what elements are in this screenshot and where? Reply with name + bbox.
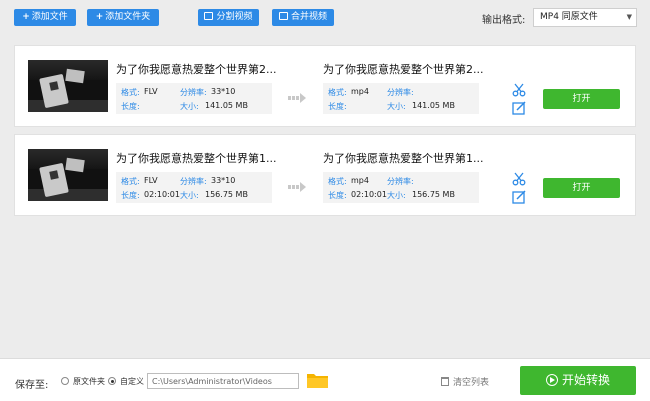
add-folder-button[interactable]: + 添加文件夹 (87, 9, 159, 26)
save-to-label: 保存至: (15, 380, 49, 391)
output-format-value: mp4 (351, 176, 369, 185)
add-folder-label: 添加文件夹 (105, 12, 151, 22)
dropdown-arrow-icon: ▼ (626, 13, 632, 21)
scissors-icon[interactable] (512, 83, 526, 97)
input-info-panel: 格式: FLV 分辨率: 33*10 长度: 大小: 141.05 MB (116, 83, 272, 114)
duration-key: 长度: (121, 191, 140, 200)
size-key: 大小: (180, 191, 199, 200)
output-duration-value: 02:10:01 (351, 190, 387, 199)
format-key: 格式: (328, 177, 347, 186)
edit-icon[interactable] (512, 101, 526, 115)
save-path-input[interactable] (147, 373, 299, 389)
edit-icon[interactable] (512, 190, 526, 204)
output-size-value: 141.05 MB (412, 101, 455, 110)
bottom-bar: 保存至: 原文件夹 自定义 清空列表 开始转换 (0, 358, 650, 401)
format-key: 格式: (328, 88, 347, 97)
start-convert-label: 开始转换 (561, 373, 610, 387)
input-format-value: FLV (144, 87, 158, 96)
input-size-value: 156.75 MB (205, 190, 248, 199)
start-convert-button[interactable]: 开始转换 (520, 366, 636, 395)
resolution-key: 分辨率: (387, 177, 414, 186)
toolbar: + 添加文件 + 添加文件夹 分割视频 合并视频 输出格式: MP4 同原文件 ▼ (0, 0, 650, 38)
input-duration-value: 02:10:01 (144, 190, 180, 199)
folder-icon[interactable] (307, 372, 328, 388)
size-key: 大小: (180, 102, 199, 111)
file-card: 为了你我愿意热爱整个世界第2... 格式: FLV 分辨率: 33*10 长度:… (14, 45, 636, 127)
add-file-label: 添加文件 (31, 12, 68, 22)
original-folder-radio[interactable] (61, 377, 69, 385)
duration-key: 长度: (121, 102, 140, 111)
output-file-title: 为了你我愿意热爱整个世界第2... (323, 63, 484, 76)
input-format-value: FLV (144, 176, 158, 185)
split-video-button[interactable]: 分割视频 (198, 9, 259, 26)
input-resolution-value: 33*10 (211, 87, 236, 96)
arrow-right-icon (288, 182, 306, 192)
merge-icon (278, 12, 288, 20)
input-file-title: 为了你我愿意热爱整个世界第1... (116, 152, 277, 165)
input-file-title: 为了你我愿意热爱整个世界第2... (116, 63, 277, 76)
video-thumbnail (28, 149, 108, 201)
output-format-value: MP4 同原文件 (540, 12, 598, 22)
trash-icon (441, 377, 449, 386)
scissors-icon[interactable] (512, 172, 526, 186)
original-folder-label: 原文件夹 (73, 377, 105, 386)
output-format-select[interactable]: MP4 同原文件 ▼ (533, 8, 637, 27)
open-button[interactable]: 打开 (543, 89, 620, 109)
clear-list-button[interactable]: 清空列表 (441, 375, 489, 388)
merge-video-button[interactable]: 合并视频 (272, 9, 334, 26)
input-resolution-value: 33*10 (211, 176, 236, 185)
resolution-key: 分辨率: (387, 88, 414, 97)
merge-video-label: 合并视频 (290, 12, 327, 22)
output-format-value: mp4 (351, 87, 369, 96)
open-button[interactable]: 打开 (543, 178, 620, 198)
output-size-value: 156.75 MB (412, 190, 455, 199)
custom-folder-radio[interactable] (108, 377, 116, 385)
resolution-key: 分辨率: (180, 88, 207, 97)
add-file-button[interactable]: + 添加文件 (14, 9, 76, 26)
play-icon (545, 374, 558, 386)
resolution-key: 分辨率: (180, 177, 207, 186)
plus-icon: + (95, 12, 104, 22)
output-format-label: 输出格式: (482, 15, 526, 26)
plus-icon: + (22, 12, 30, 22)
format-key: 格式: (121, 177, 140, 186)
input-size-value: 141.05 MB (205, 101, 248, 110)
output-info-panel: 格式: mp4 分辨率: 长度: 02:10:01 大小: 156.75 MB (323, 172, 479, 203)
custom-folder-label: 自定义 (120, 377, 144, 386)
file-card: 为了你我愿意热爱整个世界第1... 格式: FLV 分辨率: 33*10 长度:… (14, 134, 636, 216)
size-key: 大小: (387, 191, 406, 200)
output-info-panel: 格式: mp4 分辨率: 长度: 大小: 141.05 MB (323, 83, 479, 114)
format-key: 格式: (121, 88, 140, 97)
arrow-right-icon (288, 93, 306, 103)
clear-list-label: 清空列表 (453, 378, 490, 388)
split-video-label: 分割视频 (216, 12, 253, 22)
output-file-title: 为了你我愿意热爱整个世界第1... (323, 152, 484, 165)
size-key: 大小: (387, 102, 406, 111)
input-info-panel: 格式: FLV 分辨率: 33*10 长度: 02:10:01 大小: 156.… (116, 172, 272, 203)
split-icon (204, 12, 214, 20)
duration-key: 长度: (328, 191, 347, 200)
duration-key: 长度: (328, 102, 347, 111)
video-thumbnail (28, 60, 108, 112)
